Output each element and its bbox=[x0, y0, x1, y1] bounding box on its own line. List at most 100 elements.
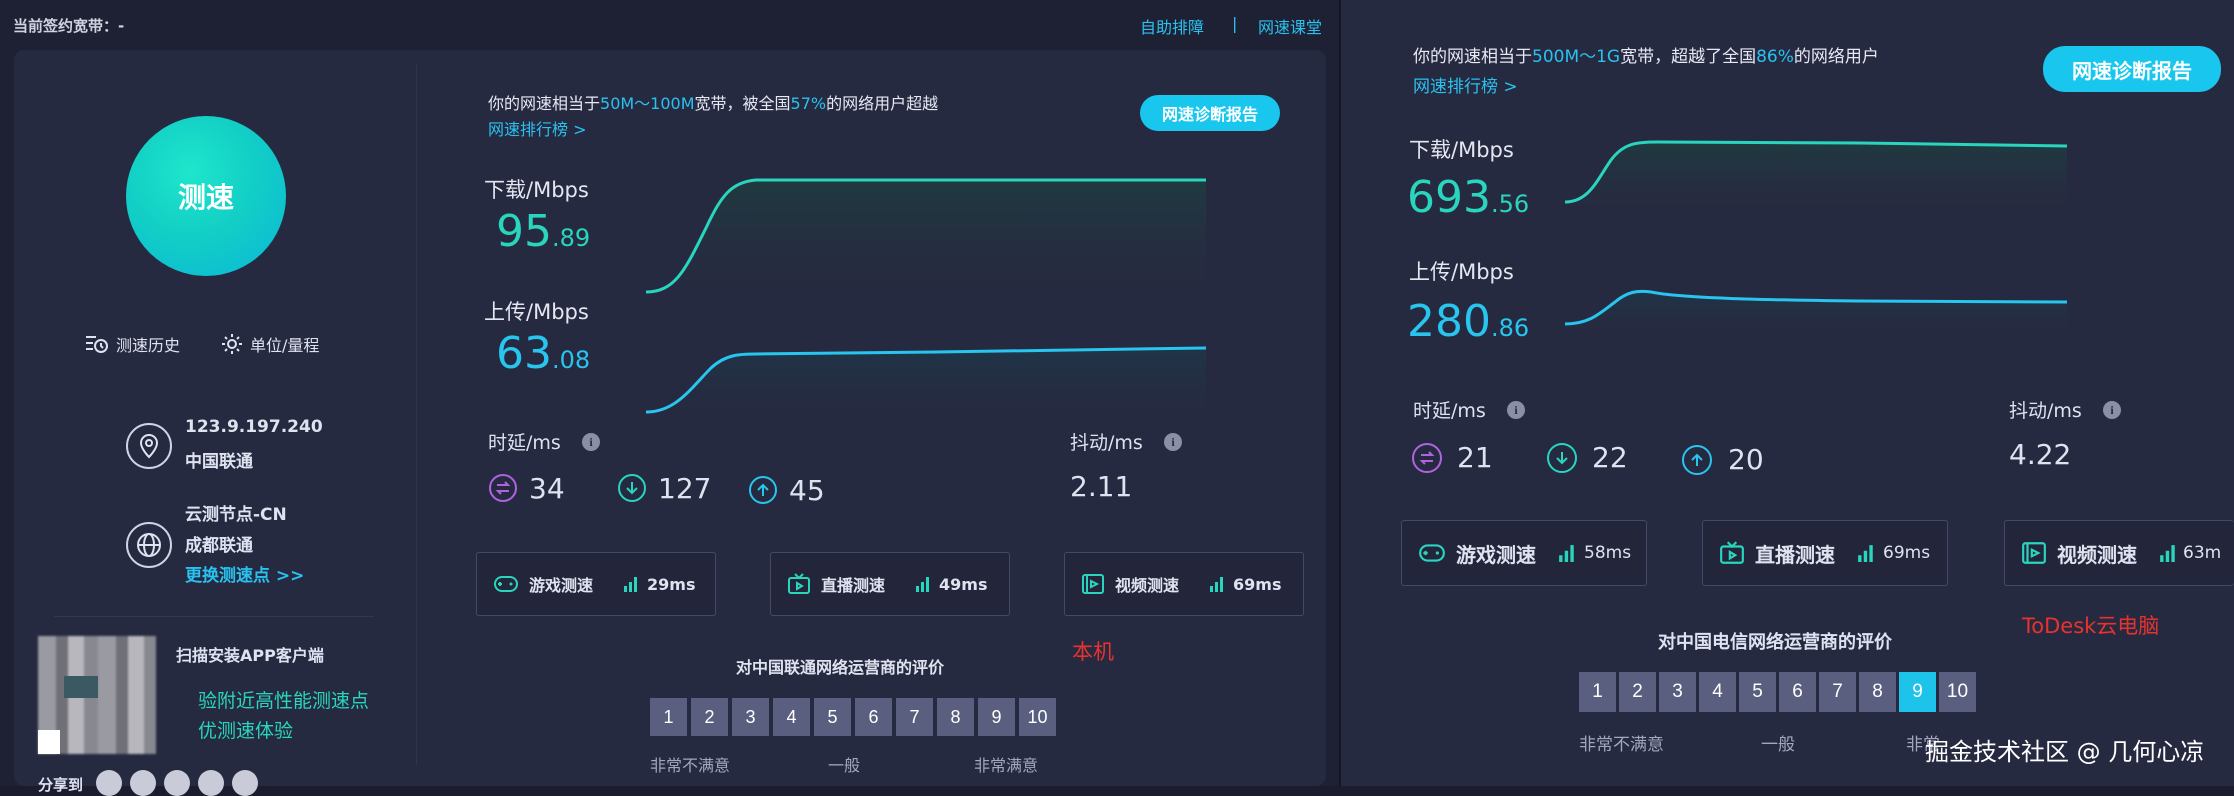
rating-option-6[interactable]: 6 bbox=[1779, 672, 1816, 712]
signal-icon bbox=[2160, 545, 2175, 562]
share-star-icon[interactable] bbox=[198, 770, 224, 796]
rating-title: 对中国电信网络运营商的评价 bbox=[1658, 632, 1892, 653]
gamepad-icon bbox=[1419, 544, 1445, 562]
ranking-link[interactable]: 网速排行榜 > bbox=[488, 116, 587, 140]
signal-icon bbox=[1210, 577, 1224, 592]
isp-name: 中国联通 bbox=[185, 452, 253, 472]
ranking-link[interactable]: 网速排行榜 > bbox=[1413, 72, 1518, 97]
rating-option-2[interactable]: 2 bbox=[691, 698, 728, 736]
rating-option-1[interactable]: 1 bbox=[650, 698, 687, 736]
tv-icon bbox=[788, 573, 810, 594]
rating-scale: 1 2 3 4 5 6 7 8 9 10 bbox=[650, 698, 1060, 736]
video-test-button[interactable]: 视频测速 69ms bbox=[1064, 552, 1304, 616]
diagnosis-report-button[interactable]: 网速诊断报告 bbox=[2043, 46, 2221, 92]
tv-icon bbox=[1720, 541, 1744, 564]
rating-option-8[interactable]: 8 bbox=[937, 698, 974, 736]
self-diagnose-link[interactable]: 自助排障 bbox=[1140, 14, 1204, 38]
signal-icon bbox=[916, 577, 930, 592]
game-test-button[interactable]: 游戏测速 29ms bbox=[476, 552, 716, 616]
video-test-value: 63m bbox=[2183, 543, 2222, 563]
rating-low-label: 非常不满意 bbox=[1579, 735, 1664, 755]
rating-title: 对中国联通网络运营商的评价 bbox=[736, 658, 945, 677]
upload-dec: .08 bbox=[552, 346, 591, 374]
video-test-value: 69ms bbox=[1233, 574, 1282, 594]
arrow-up-icon bbox=[749, 476, 777, 504]
rating-option-3[interactable]: 3 bbox=[1659, 672, 1696, 712]
top-bar: 当前签约宽带：- 自助排障 | 网速课堂 bbox=[0, 0, 1339, 50]
upload-dec: .86 bbox=[1490, 314, 1530, 342]
live-test-button[interactable]: 直播测速 69ms bbox=[1702, 520, 1948, 586]
speedtest-card: 测速 测速历史 单位/量程 123.9.197.240 中国联通 云测节点-CN bbox=[14, 50, 1326, 796]
todesk-tag: ToDesk云电脑 bbox=[2022, 614, 2160, 638]
watermark-text: 掘金技术社区 @ 几何心凉 bbox=[1925, 738, 2205, 766]
summary-range: 50M～100M bbox=[600, 94, 695, 113]
game-test-label: 游戏测速 bbox=[529, 576, 594, 595]
live-test-label: 直播测速 bbox=[1755, 542, 1835, 567]
rating-option-7[interactable]: 7 bbox=[1819, 672, 1856, 712]
start-speedtest-button[interactable]: 测速 bbox=[126, 116, 286, 276]
rating-option-4[interactable]: 4 bbox=[1699, 672, 1736, 712]
summary-prefix: 你的网速相当于 bbox=[488, 94, 601, 113]
summary-mid: 宽带，超越了全国 bbox=[1620, 47, 1757, 67]
rating-option-2[interactable]: 2 bbox=[1619, 672, 1656, 712]
live-test-value: 69ms bbox=[1883, 543, 1931, 563]
game-test-button[interactable]: 游戏测速 58ms bbox=[1401, 520, 1647, 586]
share-weibo-icon[interactable] bbox=[164, 770, 190, 796]
download-label: 下载/Mbps bbox=[484, 178, 589, 202]
video-test-button[interactable]: 视频测速 63m bbox=[2004, 520, 2234, 586]
rating-option-1[interactable]: 1 bbox=[1579, 672, 1616, 712]
speed-summary: 你的网速相当于50M～100M宽带，被全国57%的网络用户超越 bbox=[488, 90, 938, 114]
rating-option-10[interactable]: 10 bbox=[1019, 698, 1056, 736]
app-install-title: 扫描安装APP客户端 bbox=[176, 646, 324, 665]
diagnosis-report-button[interactable]: 网速诊断报告 bbox=[1140, 95, 1280, 131]
upload-value: 280.86 bbox=[1407, 296, 1529, 347]
live-test-button[interactable]: 直播测速 49ms bbox=[770, 552, 1010, 616]
separator-line bbox=[54, 616, 374, 617]
game-test-label: 游戏测速 bbox=[1456, 542, 1536, 567]
rating-option-7[interactable]: 7 bbox=[896, 698, 933, 736]
history-button[interactable]: 测速历史 bbox=[84, 332, 180, 356]
rating-option-10[interactable]: 10 bbox=[1939, 672, 1976, 712]
speed-class-link[interactable]: 网速课堂 bbox=[1258, 14, 1322, 38]
rating-option-9[interactable]: 9 bbox=[1899, 672, 1936, 712]
ip-address: 123.9.197.240 bbox=[185, 417, 323, 437]
app-promo-line2: 优测速体验 bbox=[198, 720, 294, 742]
rating-option-6[interactable]: 6 bbox=[855, 698, 892, 736]
unit-settings-button[interactable]: 单位/量程 bbox=[220, 332, 319, 356]
exchange-icon bbox=[1412, 443, 1442, 473]
video-icon bbox=[2022, 542, 2046, 564]
history-icon bbox=[86, 336, 108, 353]
latency-label: 时延/ms bbox=[488, 432, 561, 454]
share-wechat-icon[interactable] bbox=[130, 770, 156, 796]
rating-option-5[interactable]: 5 bbox=[814, 698, 851, 736]
speed-summary: 你的网速相当于500M～1G宽带，超越了全国86%的网络用户 bbox=[1413, 42, 1879, 67]
bandwidth-label: 当前签约宽带：- bbox=[13, 17, 125, 35]
latency-upload-value: 45 bbox=[789, 474, 825, 507]
download-speed-graph bbox=[1564, 140, 2068, 220]
latency-info-icon[interactable]: i bbox=[582, 433, 600, 451]
jitter-info-icon[interactable]: i bbox=[1164, 433, 1182, 451]
video-icon bbox=[1082, 574, 1104, 594]
rating-mid-label: 一般 bbox=[828, 756, 861, 775]
rating-option-9[interactable]: 9 bbox=[978, 698, 1015, 736]
latency-info-icon[interactable]: i bbox=[1507, 401, 1525, 419]
jitter-info-icon[interactable]: i bbox=[2103, 401, 2121, 419]
download-dec: .89 bbox=[552, 224, 591, 252]
globe-icon bbox=[126, 522, 172, 568]
share-qq-icon[interactable] bbox=[96, 770, 122, 796]
jitter-value: 2.11 bbox=[1070, 470, 1133, 503]
share-link-icon[interactable] bbox=[232, 770, 258, 796]
jitter-value: 4.22 bbox=[2009, 438, 2072, 471]
exchange-icon bbox=[489, 474, 517, 502]
rating-option-4[interactable]: 4 bbox=[773, 698, 810, 736]
live-test-value: 49ms bbox=[939, 574, 988, 594]
change-node-link[interactable]: 更换测速点 >> bbox=[185, 561, 304, 586]
video-test-label: 视频测速 bbox=[1115, 576, 1180, 595]
rating-option-5[interactable]: 5 bbox=[1739, 672, 1776, 712]
history-label: 测速历史 bbox=[116, 336, 181, 355]
download-int: 693 bbox=[1407, 172, 1491, 223]
rating-option-3[interactable]: 3 bbox=[732, 698, 769, 736]
download-label: 下载/Mbps bbox=[1409, 138, 1514, 162]
rating-option-8[interactable]: 8 bbox=[1859, 672, 1896, 712]
upload-speed-graph bbox=[1564, 289, 2068, 340]
